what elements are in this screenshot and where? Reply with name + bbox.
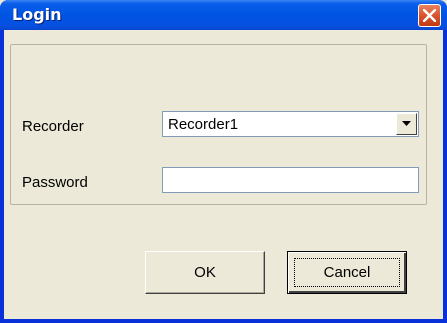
recorder-label: Recorder [22,118,84,135]
password-label: Password [22,174,88,191]
ok-button-label: OK [194,264,216,281]
login-dialog: Login Recorder Recorder1 Password OK Can… [0,0,447,323]
close-button[interactable] [418,4,441,27]
chevron-down-icon [402,121,411,126]
close-icon [423,9,436,22]
cancel-button-label: Cancel [323,264,371,281]
recorder-dropdown[interactable]: Recorder1 [162,111,419,137]
cancel-button[interactable]: Cancel [287,251,407,294]
dropdown-arrow-button[interactable] [396,113,417,135]
title-bar[interactable]: Login [0,0,447,30]
dialog-title: Login [12,5,62,24]
password-field[interactable] [162,167,419,193]
ok-button[interactable]: OK [145,251,265,294]
recorder-selected-value: Recorder1 [168,116,239,133]
